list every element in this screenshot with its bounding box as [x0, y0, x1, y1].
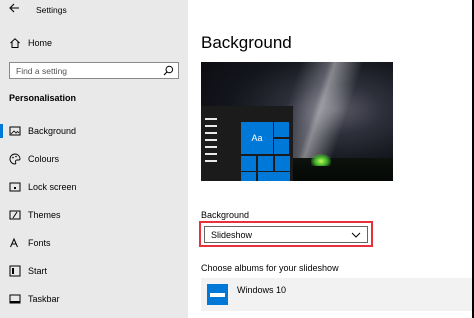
search-box[interactable]	[9, 62, 179, 79]
preview-tile	[275, 156, 290, 171]
background-preview: Aa	[201, 62, 393, 181]
search-input[interactable]	[10, 63, 160, 78]
home-icon	[9, 37, 21, 49]
sidebar-item-label: Background	[28, 126, 77, 136]
sidebar-item-background[interactable]: Background	[0, 121, 188, 141]
chevron-down-icon	[351, 232, 361, 238]
background-dropdown[interactable]: Slideshow	[204, 226, 368, 243]
taskbar-icon	[9, 293, 21, 305]
picture-icon	[9, 125, 21, 137]
preview-start-list	[205, 118, 221, 167]
sidebar-item-start[interactable]: Start	[0, 261, 188, 281]
sidebar-item-label: Themes	[28, 210, 61, 220]
album-item[interactable]: Windows 10	[201, 278, 474, 311]
album-folder-icon	[207, 284, 228, 305]
page-title: Background	[201, 33, 292, 52]
start-icon	[9, 265, 21, 277]
dropdown-value: Slideshow	[211, 230, 253, 240]
sidebar-item-taskbar[interactable]: Taskbar	[0, 289, 188, 309]
preview-tile-text: Aa	[251, 133, 263, 143]
title-bar: Settings	[0, 0, 188, 22]
palette-icon	[9, 153, 21, 165]
section-title: Personalisation	[9, 93, 77, 103]
preview-tile	[274, 122, 289, 137]
themes-icon	[9, 209, 21, 221]
sidebar-item-label: Taskbar	[28, 294, 60, 304]
albums-label: Choose albums for your slideshow	[201, 263, 339, 273]
preview-tile-aa: Aa	[241, 122, 273, 154]
sidebar-item-label: Lock screen	[28, 182, 77, 192]
search-icon[interactable]	[163, 65, 174, 76]
window-title: Settings	[36, 5, 67, 15]
back-button[interactable]	[6, 3, 22, 17]
home-label: Home	[28, 38, 53, 48]
sidebar-item-label: Start	[28, 266, 48, 276]
sidebar-item-label: Fonts	[28, 238, 51, 248]
glowing-tent	[311, 154, 331, 166]
preview-start-menu: Aa	[201, 106, 293, 181]
album-name: Windows 10	[237, 285, 287, 295]
sidebar-item-fonts[interactable]: Fonts	[0, 233, 188, 253]
background-field-label: Background	[201, 210, 250, 220]
back-arrow-icon	[8, 3, 19, 13]
sidebar-item-colours[interactable]: Colours	[0, 149, 188, 169]
sidebar-item-label: Colours	[28, 154, 60, 164]
preview-tile	[241, 172, 256, 181]
preview-tile	[258, 172, 290, 181]
home-nav-item[interactable]: Home	[0, 33, 188, 53]
preview-tile	[258, 156, 273, 171]
sidebar-item-themes[interactable]: Themes	[0, 205, 188, 225]
preview-tile	[274, 139, 289, 154]
lock-screen-icon	[9, 181, 21, 193]
fonts-icon	[9, 237, 21, 249]
main-panel: Background Aa Background Slideshow Choos…	[188, 0, 474, 318]
sidebar-item-lock-screen[interactable]: Lock screen	[0, 177, 188, 197]
sidebar: Settings Home Personalisation Background…	[0, 0, 188, 318]
preview-tile	[241, 156, 256, 171]
